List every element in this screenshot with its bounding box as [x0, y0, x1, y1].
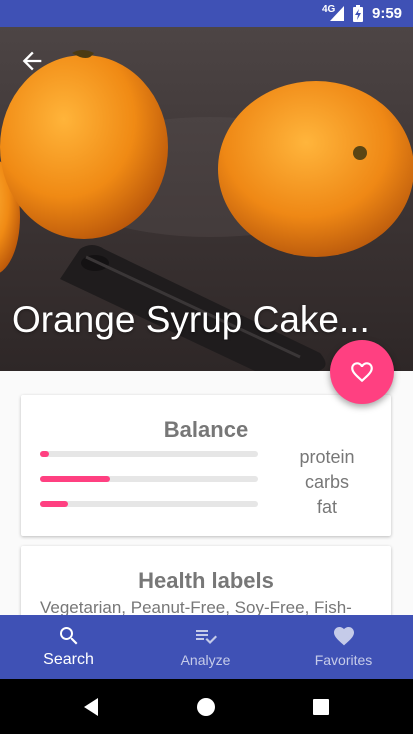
playlist-check-icon — [195, 630, 217, 644]
system-back-icon[interactable] — [80, 695, 104, 719]
nav-favorites[interactable]: Favorites — [275, 615, 412, 679]
fat-bar — [40, 501, 258, 507]
battery-charging-icon — [353, 5, 363, 22]
protein-bar — [40, 451, 258, 457]
balance-card: Balance protein carbs fat — [21, 395, 391, 536]
heart-outline-icon — [351, 362, 373, 383]
carbs-bar — [40, 476, 258, 482]
health-labels-title: Health labels — [138, 568, 274, 593]
carbs-label: carbs — [304, 472, 349, 492]
nav-analyze-label: Analyze — [180, 652, 231, 668]
recipe-hero: Orange Syrup Cake... — [0, 27, 413, 371]
nav-search-label: Search — [43, 651, 94, 668]
back-arrow-icon[interactable] — [18, 47, 46, 75]
system-recents-icon[interactable] — [309, 695, 333, 719]
carbs-bar-fill — [40, 476, 110, 482]
favorite-button[interactable] — [330, 340, 394, 404]
protein-label: protein — [299, 447, 355, 467]
system-navigation-bar — [0, 679, 413, 734]
clock: 9:59 — [372, 5, 403, 22]
nav-favorites-label: Favorites — [314, 652, 373, 668]
signal-icon — [330, 6, 344, 21]
system-home-icon[interactable] — [194, 695, 218, 719]
status-bar: 4G 9:59 — [0, 0, 413, 27]
protein-bar-fill — [40, 451, 49, 457]
heart-icon — [333, 627, 354, 646]
fat-label: fat — [316, 497, 337, 517]
nav-search[interactable]: Search — [0, 615, 137, 679]
nav-analyze[interactable]: Analyze — [137, 615, 274, 679]
fat-bar-fill — [40, 501, 69, 507]
search-icon — [59, 627, 77, 645]
balance-title: Balance — [163, 417, 249, 442]
recipe-title: Orange Syrup Cake... — [12, 299, 370, 340]
bottom-navigation: Search Analyze Favorites — [0, 615, 413, 679]
